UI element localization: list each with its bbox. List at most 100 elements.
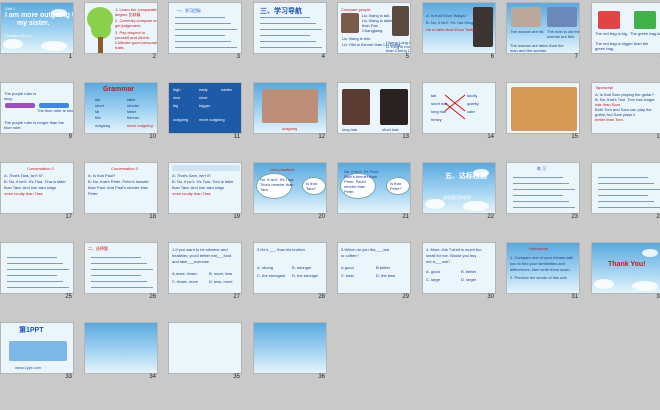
cloud-decoration	[425, 199, 445, 209]
slide-text: outgoing	[95, 123, 111, 128]
slide-thumbnail-31[interactable]: Homework 1. Compare one of your friends w…	[506, 242, 580, 294]
slide-number: 4	[321, 54, 325, 60]
slide-text: man and the woman.	[510, 48, 548, 53]
slide-thumbnail-7[interactable]: The woman are fat. The man is old the woma…	[506, 2, 580, 54]
slide-thumbnail-18[interactable]: Conversation 3 A: Is that Paul? B: No, tha…	[84, 162, 158, 214]
slide-number: 7	[574, 54, 578, 60]
slide-number: 10	[149, 134, 156, 140]
slide-text: me a___one?	[426, 259, 451, 264]
slide-thumbnail-9[interactable]: The purple ruler is long. The blue ruler i…	[0, 82, 74, 134]
slide-thumbnail-27[interactable]: 1.If you want to be slimmer and healthier…	[168, 242, 242, 294]
text-line	[260, 29, 322, 30]
slide-text: I am more outgoing than	[5, 12, 74, 19]
text-line	[260, 47, 322, 48]
slide-thumbnail-10[interactable]: Grammar tall taller short shorter fat fatter th…	[84, 82, 158, 134]
slide-photo	[511, 7, 541, 27]
slide-thumbnail-29[interactable]: 3.Which do you like___,tea or coffee? A.go…	[337, 242, 411, 294]
slide-text: A: That's Sam, isn't it?	[172, 173, 212, 178]
slide-photo	[172, 165, 240, 171]
slide-thumbnail-14[interactable]: tall loudly short hair quietly long hair calm…	[422, 82, 496, 134]
slide-thumbnail-21[interactable]: No, it isn't. It's Paul. Paul's thinner t…	[337, 162, 411, 214]
slide-number: 2	[152, 54, 156, 60]
slide-thumbnail-36[interactable]	[253, 322, 327, 374]
text-line	[175, 47, 237, 48]
slide-text: D. the stronger	[292, 273, 319, 278]
text-line	[598, 201, 654, 202]
slide-text: Tapescript	[595, 85, 614, 90]
slide-thumbnail-2[interactable]: 1. Learn the comparative degree 比较级 2. Cor…	[84, 2, 158, 54]
slide-number: 23	[571, 214, 578, 220]
slide-thumbnail-23[interactable]: 练 习	[506, 162, 580, 214]
slide-thumbnail-8[interactable]: The red bag is big.The green bag is smal…	[591, 2, 660, 54]
text-line	[175, 41, 231, 42]
slide-number: 32	[656, 294, 660, 300]
slide-text: thinner	[127, 115, 140, 120]
slide-thumbnail-1[interactable]: Unit 3I am more outgoing thanmy sister. S…	[0, 2, 74, 54]
slide-photo	[511, 87, 577, 131]
text-line	[598, 189, 660, 190]
slide-text: long hair	[431, 109, 447, 114]
slide-text: C. best	[341, 273, 354, 278]
slide-thumbnail-6[interactable]: A: Is that Ekon Tsaiga? B: No, it isn't. …	[422, 2, 496, 54]
slide-thumbnail-11[interactable]: high early earlier nice nicer big bigger outgoi…	[168, 82, 242, 134]
slide-text: 4. Mum, this T-shirt is much too	[426, 247, 482, 252]
slide-thumbnail-26[interactable]: 二、选择题	[84, 242, 158, 294]
slide-cell-14: tall loudly short hair quietly long hair calm…	[422, 82, 496, 142]
text-line	[513, 207, 575, 208]
slide-number: 28	[318, 294, 325, 300]
slide-text: Conversation 2	[27, 166, 54, 171]
slide-thumbnail-32[interactable]: Thank You!	[591, 242, 660, 294]
slide-cell-21: No, it isn't. It's Paul. Paul's thinner t…	[337, 162, 411, 222]
slide-thumbnail-24[interactable]	[591, 162, 660, 214]
slide-cell-20: Let's practice! No, it isn't. It's Tina. T…	[253, 162, 327, 222]
slide-thumbnail-16[interactable]: Tapescript A: Is that Sam playing the gui…	[591, 82, 660, 134]
slide-cell-22: 五、达标检测 说说我们的收获 22	[422, 162, 496, 222]
slide-text: loudly	[467, 93, 478, 98]
slide-thumbnail-25[interactable]	[0, 242, 74, 294]
slide-text: more loudly than Tara.	[4, 191, 44, 196]
slide-number: 5	[405, 54, 409, 60]
slide-cell-19: A: That's Sam, isn't it? B: No, it isn't.…	[168, 162, 242, 222]
slide-text: shorter	[127, 103, 140, 108]
slide-thumbnail-28[interactable]: 2.He's ___ than his brother. A. strong B. …	[253, 242, 327, 294]
slide-thumbnail-34[interactable]	[84, 322, 158, 374]
slide-thumbnail-17[interactable]: Conversation 2 A: That's Tara, isn't it? B…	[0, 162, 74, 214]
slide-thumbnail-20[interactable]: Let's practice! No, it isn't. It's Tina. T…	[253, 162, 327, 214]
slide-cell-7: The woman are fat. The man is old the woma…	[506, 2, 580, 62]
slide-text: tall	[431, 93, 437, 98]
slide-number: 35	[233, 374, 240, 380]
slide-thumbnail-15[interactable]	[506, 82, 580, 134]
text-line	[260, 35, 310, 36]
text-line	[513, 177, 563, 178]
slide-text: than Cheng Long.	[386, 48, 410, 53]
slide-text: B.better	[376, 265, 391, 270]
slide-thumbnail-35[interactable]	[168, 322, 242, 374]
slide-thumbnail-4[interactable]: 三、学习导航	[253, 2, 327, 54]
slide-thumbnail-33[interactable]: 第1PPT www.1ppt.com	[0, 322, 74, 374]
text-line	[91, 275, 141, 276]
slide-text: woman are thin.	[547, 34, 576, 39]
slide-text: short hair	[431, 101, 448, 106]
slide-number: 17	[65, 214, 72, 220]
slide-text: tall	[95, 97, 101, 102]
slide-sorter-grid: Unit 3I am more outgoing thanmy sister. S…	[0, 0, 660, 410]
slide-text: A: Is that Paul?	[88, 173, 116, 178]
slide-text: bigger	[199, 103, 211, 108]
slide-cell-1: Unit 3I am more outgoing thanmy sister. S…	[0, 2, 74, 62]
slide-thumbnail-19[interactable]: A: That's Sam, isn't it? B: No, it isn't.…	[168, 162, 242, 214]
slide-thumbnail-30[interactable]: 4. Mum, this T-shirt is much too small fo…	[422, 242, 496, 294]
slide-thumbnail-22[interactable]: 五、达标检测 说说我们的收获	[422, 162, 496, 214]
slide-thumbnail-5[interactable]: Compare people Liu Xiang is tall. Liu Xian…	[337, 2, 411, 54]
slide-thumbnail-3[interactable]: 一、学习目标	[168, 2, 242, 54]
slide-cell-17: Conversation 2 A: That's Tara, isn't it? B…	[0, 162, 74, 222]
slide-text: more loudly than Tara.	[172, 191, 212, 196]
slide-thumbnail-13[interactable]: long hair short hair	[337, 82, 411, 134]
slide-number: 30	[487, 294, 494, 300]
slide-text: 二、选择题	[88, 246, 108, 251]
slide-number: 33	[65, 374, 72, 380]
slide-number: 3	[236, 54, 240, 60]
slide-text: small for me. Would you buy	[426, 253, 477, 258]
slide-number: 22	[487, 214, 494, 220]
slide-photo	[341, 13, 359, 33]
slide-thumbnail-12[interactable]: outgoing	[253, 82, 327, 134]
